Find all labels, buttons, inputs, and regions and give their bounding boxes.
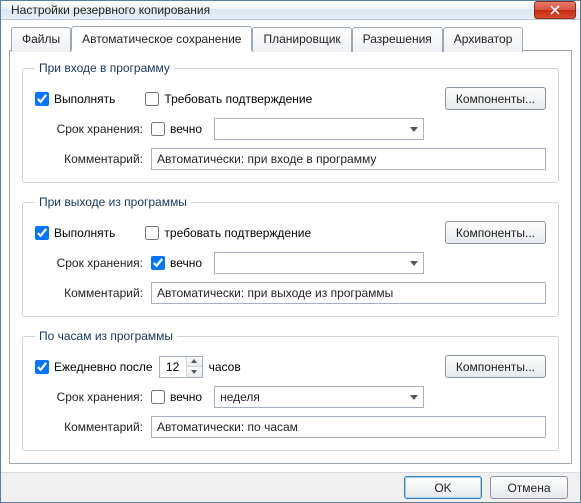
login-retention-label: Срок хранения:: [35, 122, 145, 136]
group-logout-legend: При выходе из программы: [35, 195, 191, 209]
login-execute-label: Выполнять: [54, 92, 115, 106]
logout-execute-wrap[interactable]: Выполнять: [35, 226, 115, 240]
logout-comment-input[interactable]: [151, 282, 546, 304]
tab-page-autosave: При входе в программу Выполнять Требоват…: [9, 50, 572, 464]
group-logout: При выходе из программы Выполнять требов…: [22, 195, 559, 317]
login-forever-checkbox[interactable]: [151, 122, 165, 136]
clock-daily-checkbox[interactable]: [35, 360, 49, 374]
clock-forever-checkbox[interactable]: [151, 390, 165, 404]
clock-retention-value: неделя: [220, 390, 260, 404]
login-confirm-label: Требовать подтверждение: [164, 92, 312, 106]
chevron-down-icon: [410, 395, 418, 400]
logout-forever-checkbox[interactable]: [151, 256, 165, 270]
clock-retention-label: Срок хранения:: [35, 390, 145, 404]
dialog-window: Настройки резервного копирования Файлы А…: [0, 0, 581, 503]
clock-daily-wrap[interactable]: Ежедневно после: [35, 360, 153, 374]
login-forever-wrap[interactable]: вечно: [151, 122, 202, 136]
chevron-up-icon: [191, 359, 197, 363]
clock-comment-label: Комментарий:: [35, 420, 145, 434]
group-clock: По часам из программы Ежедневно после ча…: [22, 329, 559, 451]
logout-comment-label: Комментарий:: [35, 286, 145, 300]
logout-retention-combo[interactable]: [214, 252, 424, 274]
clock-hours-spinner[interactable]: [159, 356, 203, 378]
tab-permissions[interactable]: Разрешения: [352, 27, 443, 52]
spinner-up-button[interactable]: [187, 357, 202, 367]
clock-hours-input[interactable]: [160, 357, 186, 377]
logout-execute-label: Выполнять: [54, 226, 115, 240]
clock-comment-input[interactable]: [151, 416, 546, 438]
login-execute-wrap[interactable]: Выполнять: [35, 92, 115, 106]
login-execute-checkbox[interactable]: [35, 92, 49, 106]
logout-forever-label: вечно: [170, 256, 202, 270]
group-login-legend: При входе в программу: [35, 61, 174, 75]
logout-confirm-wrap[interactable]: требовать подтверждение: [145, 226, 311, 240]
clock-daily-label: Ежедневно после: [54, 360, 153, 374]
login-components-button[interactable]: Компоненты...: [445, 87, 546, 110]
chevron-down-icon: [410, 261, 418, 266]
clock-retention-combo[interactable]: неделя: [214, 386, 424, 408]
dialog-footer: OK Отмена: [1, 472, 580, 502]
login-comment-label: Комментарий:: [35, 152, 145, 166]
group-clock-legend: По часам из программы: [35, 329, 177, 343]
group-login: При входе в программу Выполнять Требоват…: [22, 61, 559, 183]
tab-strip: Файлы Автоматическое сохранение Планиров…: [9, 26, 572, 51]
logout-confirm-checkbox[interactable]: [145, 226, 159, 240]
cancel-button[interactable]: Отмена: [490, 476, 568, 499]
titlebar: Настройки резервного копирования: [1, 1, 580, 20]
clock-forever-wrap[interactable]: вечно: [151, 390, 202, 404]
tab-files[interactable]: Файлы: [11, 27, 71, 52]
login-confirm-wrap[interactable]: Требовать подтверждение: [145, 92, 312, 106]
close-button[interactable]: [534, 1, 576, 19]
tab-autosave[interactable]: Автоматическое сохранение: [71, 26, 252, 51]
close-icon: [550, 5, 560, 15]
tab-archiver[interactable]: Архиватор: [443, 27, 524, 52]
tab-scheduler[interactable]: Планировщик: [252, 27, 351, 52]
window-title: Настройки резервного копирования: [11, 3, 534, 17]
clock-components-button[interactable]: Компоненты...: [445, 355, 546, 378]
login-confirm-checkbox[interactable]: [145, 92, 159, 106]
ok-button[interactable]: OK: [404, 476, 482, 499]
clock-forever-label: вечно: [170, 390, 202, 404]
clock-hours-unit: часов: [209, 360, 241, 374]
logout-forever-wrap[interactable]: вечно: [151, 256, 202, 270]
chevron-down-icon: [410, 127, 418, 132]
login-comment-input[interactable]: [151, 148, 546, 170]
content-area: Файлы Автоматическое сохранение Планиров…: [1, 20, 580, 472]
login-forever-label: вечно: [170, 122, 202, 136]
logout-confirm-label: требовать подтверждение: [164, 226, 311, 240]
login-retention-combo[interactable]: [214, 118, 424, 140]
chevron-down-icon: [191, 370, 197, 374]
logout-retention-label: Срок хранения:: [35, 256, 145, 270]
spinner-down-button[interactable]: [187, 366, 202, 377]
logout-components-button[interactable]: Компоненты...: [445, 221, 546, 244]
logout-execute-checkbox[interactable]: [35, 226, 49, 240]
